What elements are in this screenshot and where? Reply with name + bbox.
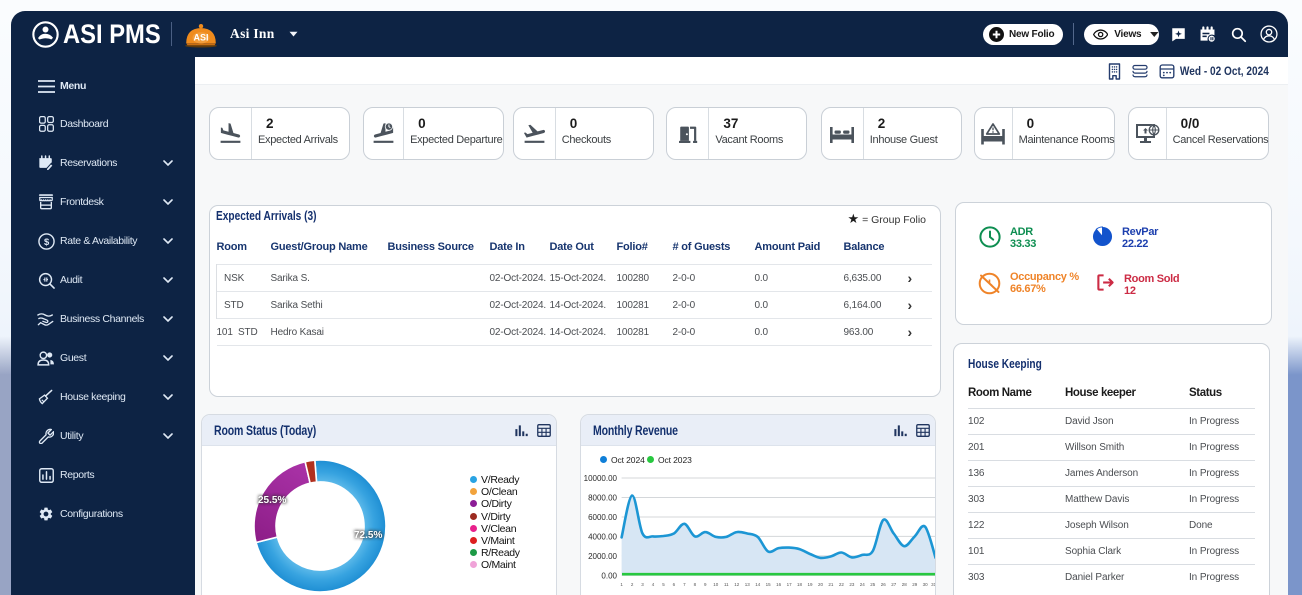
svg-text:7: 7: [683, 582, 686, 587]
svg-text:18: 18: [797, 582, 803, 587]
svg-text:13: 13: [745, 582, 751, 587]
svg-text:10: 10: [713, 582, 719, 587]
svg-text:24: 24: [860, 582, 866, 587]
svg-text:30: 30: [923, 582, 929, 587]
svg-text:28: 28: [902, 582, 908, 587]
svg-text:21: 21: [828, 582, 834, 587]
svg-text:9: 9: [704, 582, 707, 587]
svg-text:31: 31: [931, 582, 935, 587]
svg-text:ASI: ASI: [194, 33, 209, 43]
svg-text:4000.00: 4000.00: [588, 532, 617, 541]
svg-text:$: $: [44, 236, 50, 247]
svg-text:2000.00: 2000.00: [588, 552, 617, 561]
svg-text:19: 19: [807, 582, 813, 587]
svg-text:17: 17: [787, 582, 793, 587]
svg-text:16: 16: [776, 582, 782, 587]
svg-text:27: 27: [891, 582, 897, 587]
svg-text:5: 5: [662, 582, 665, 587]
svg-text:8000.00: 8000.00: [588, 494, 617, 503]
svg-text:22: 22: [839, 582, 845, 587]
svg-text:6: 6: [673, 582, 676, 587]
svg-text:20: 20: [818, 582, 824, 587]
svg-text:4: 4: [652, 582, 655, 587]
svg-text:29: 29: [912, 582, 918, 587]
svg-text:11: 11: [724, 582, 729, 587]
svg-text:25: 25: [870, 582, 876, 587]
svg-text:23: 23: [849, 582, 855, 587]
svg-text:8: 8: [694, 582, 697, 587]
svg-text:12: 12: [734, 582, 740, 587]
svg-text:14: 14: [755, 582, 761, 587]
svg-text:1: 1: [620, 582, 623, 587]
svg-text:6000.00: 6000.00: [588, 513, 617, 522]
svg-text:10000.00: 10000.00: [584, 474, 618, 483]
svg-text:26: 26: [881, 582, 887, 587]
svg-text:2: 2: [631, 582, 634, 587]
svg-text:0.00: 0.00: [601, 571, 617, 580]
svg-text:15: 15: [766, 582, 772, 587]
svg-text:3: 3: [641, 582, 644, 587]
